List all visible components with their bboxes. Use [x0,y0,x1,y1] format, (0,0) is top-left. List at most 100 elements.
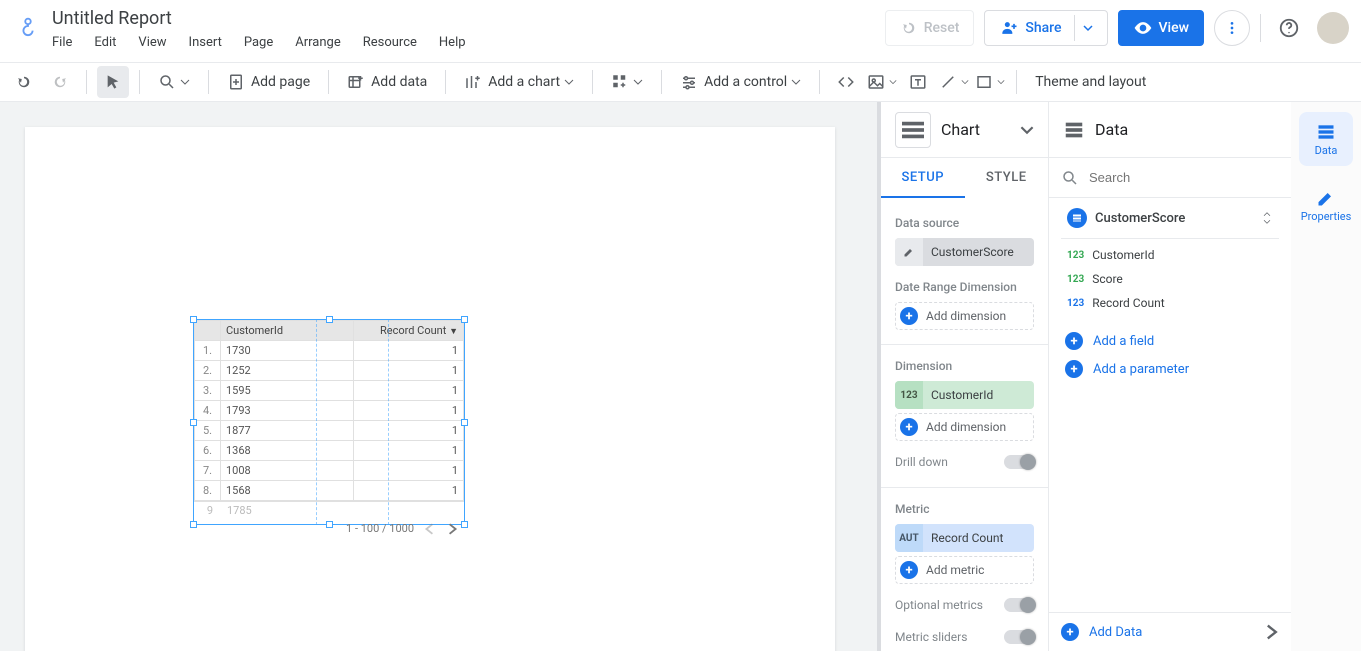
metric-sliders-label: Metric sliders [895,630,967,644]
share-dropdown[interactable] [1074,15,1101,41]
canvas[interactable]: CustomerId Record Count ▼ 1.173012.12521… [0,102,877,651]
resize-handle[interactable] [190,316,197,323]
collapse-icon[interactable] [1261,212,1273,224]
theme-button[interactable]: Theme and layout [1027,66,1154,98]
resize-handle[interactable] [461,419,468,426]
more-options-button[interactable] [1214,10,1250,46]
tab-style[interactable]: STYLE [965,158,1049,198]
next-page-button[interactable] [446,523,458,535]
add-dimension[interactable]: +Add dimension [895,413,1034,441]
table-row[interactable]: 2.12521 [195,361,464,381]
redo-button[interactable] [44,66,76,98]
account-avatar[interactable] [1317,12,1349,44]
drill-down-label: Drill down [895,455,948,469]
share-button[interactable]: Share [984,10,1107,46]
resize-handle[interactable] [461,316,468,323]
sidetab-properties[interactable]: Properties [1299,178,1353,232]
field-item[interactable]: 123CustomerId [1061,243,1279,267]
chart-type-dropdown[interactable] [1020,123,1034,137]
table-row[interactable]: 1.17301 [195,341,464,361]
col-header-2[interactable]: Record Count ▼ [354,321,464,341]
toolbar: Add page Add data Add a chart Add a cont… [0,62,1361,102]
add-parameter-link[interactable]: +Add a parameter [1061,355,1279,383]
data-source-chip[interactable]: CustomerScore [895,238,1034,266]
add-metric[interactable]: +Add metric [895,556,1034,584]
table-row[interactable]: 3.15951 [195,381,464,401]
data-table: CustomerId Record Count ▼ 1.173012.12521… [194,320,464,501]
menu-help[interactable]: Help [439,35,466,50]
line-button[interactable] [938,66,970,98]
panel-title: Data [1095,120,1277,139]
menu-view[interactable]: View [138,35,166,50]
dimension-chip[interactable]: 123CustomerId [895,381,1034,409]
data-panel: Data CustomerScore 123CustomerId123Score… [1049,102,1291,651]
date-range-label: Date Range Dimension [895,280,1034,294]
menu-arrange[interactable]: Arrange [295,35,340,50]
table-row[interactable]: 4.17931 [195,401,464,421]
field-item[interactable]: 123Score [1061,267,1279,291]
metric-chip[interactable]: AUTRecord Count [895,524,1034,552]
right-sidebar-tabs: Data Properties [1291,102,1361,651]
view-button[interactable]: View [1118,10,1205,46]
resize-handle[interactable] [190,419,197,426]
image-button[interactable] [866,66,898,98]
menu-insert[interactable]: Insert [189,35,222,50]
reset-button: Reset [885,10,975,46]
drill-down-toggle[interactable] [1004,455,1034,469]
select-tool[interactable] [97,66,129,98]
metric-label: Metric [895,502,1034,516]
add-data-button[interactable]: Add data [339,66,435,98]
search-box[interactable] [1049,158,1291,198]
prev-page-button[interactable] [424,523,436,535]
data-icon [1063,119,1085,141]
table-row[interactable]: 7.10081 [195,461,464,481]
more-vert-icon [1224,20,1240,36]
help-button[interactable] [1271,10,1307,46]
search-input[interactable] [1087,169,1279,186]
add-chart-button[interactable]: Add a chart [456,66,582,98]
menu-file[interactable]: File [52,35,72,50]
chart-panel: Chart SETUP STYLE Data source CustomerSc… [881,102,1049,651]
text-button[interactable] [902,66,934,98]
data-source-label: Data source [895,216,1034,230]
table-row[interactable]: 6.13681 [195,441,464,461]
add-page-button[interactable]: Add page [219,66,318,98]
panel-title: Chart [941,120,1010,139]
datasource-header[interactable]: CustomerScore [1061,198,1279,239]
resize-handle[interactable] [190,521,197,528]
metric-sliders-toggle[interactable] [1004,630,1034,644]
zoom-tool[interactable] [150,66,198,98]
col-header-1[interactable]: CustomerId [221,321,354,341]
resize-handle[interactable] [326,316,333,323]
app-logo[interactable] [12,10,44,42]
menu-resource[interactable]: Resource [363,35,417,50]
add-field-link[interactable]: +Add a field [1061,327,1279,355]
undo-button[interactable] [8,66,40,98]
table-row[interactable]: 5.18771 [195,421,464,441]
pencil-icon [895,238,923,266]
add-data-link[interactable]: +Add Data [1061,623,1142,641]
menu-page[interactable]: Page [244,35,273,50]
add-date-dimension[interactable]: +Add dimension [895,302,1034,330]
sidetab-data[interactable]: Data [1299,112,1353,166]
embed-button[interactable] [830,66,862,98]
resize-handle[interactable] [326,521,333,528]
menubar: File Edit View Insert Page Arrange Resou… [52,35,885,50]
community-viz-button[interactable] [603,66,651,98]
search-icon [1061,169,1079,187]
shape-button[interactable] [974,66,1006,98]
chevron-right-icon[interactable] [1263,624,1279,640]
datasource-icon [1067,208,1087,228]
eye-icon [1133,18,1153,38]
selected-table-chart[interactable]: CustomerId Record Count ▼ 1.173012.12521… [193,319,465,525]
add-control-button[interactable]: Add a control [672,66,809,98]
field-item[interactable]: 123Record Count [1061,291,1279,315]
report-page[interactable]: CustomerId Record Count ▼ 1.173012.12521… [25,127,835,651]
tab-setup[interactable]: SETUP [881,158,965,198]
resize-handle[interactable] [461,521,468,528]
report-title[interactable]: Untitled Report [52,8,885,29]
chart-type-icon[interactable] [895,112,931,148]
table-row[interactable]: 8.15681 [195,481,464,501]
optional-metrics-toggle[interactable] [1004,598,1034,612]
menu-edit[interactable]: Edit [94,35,116,50]
